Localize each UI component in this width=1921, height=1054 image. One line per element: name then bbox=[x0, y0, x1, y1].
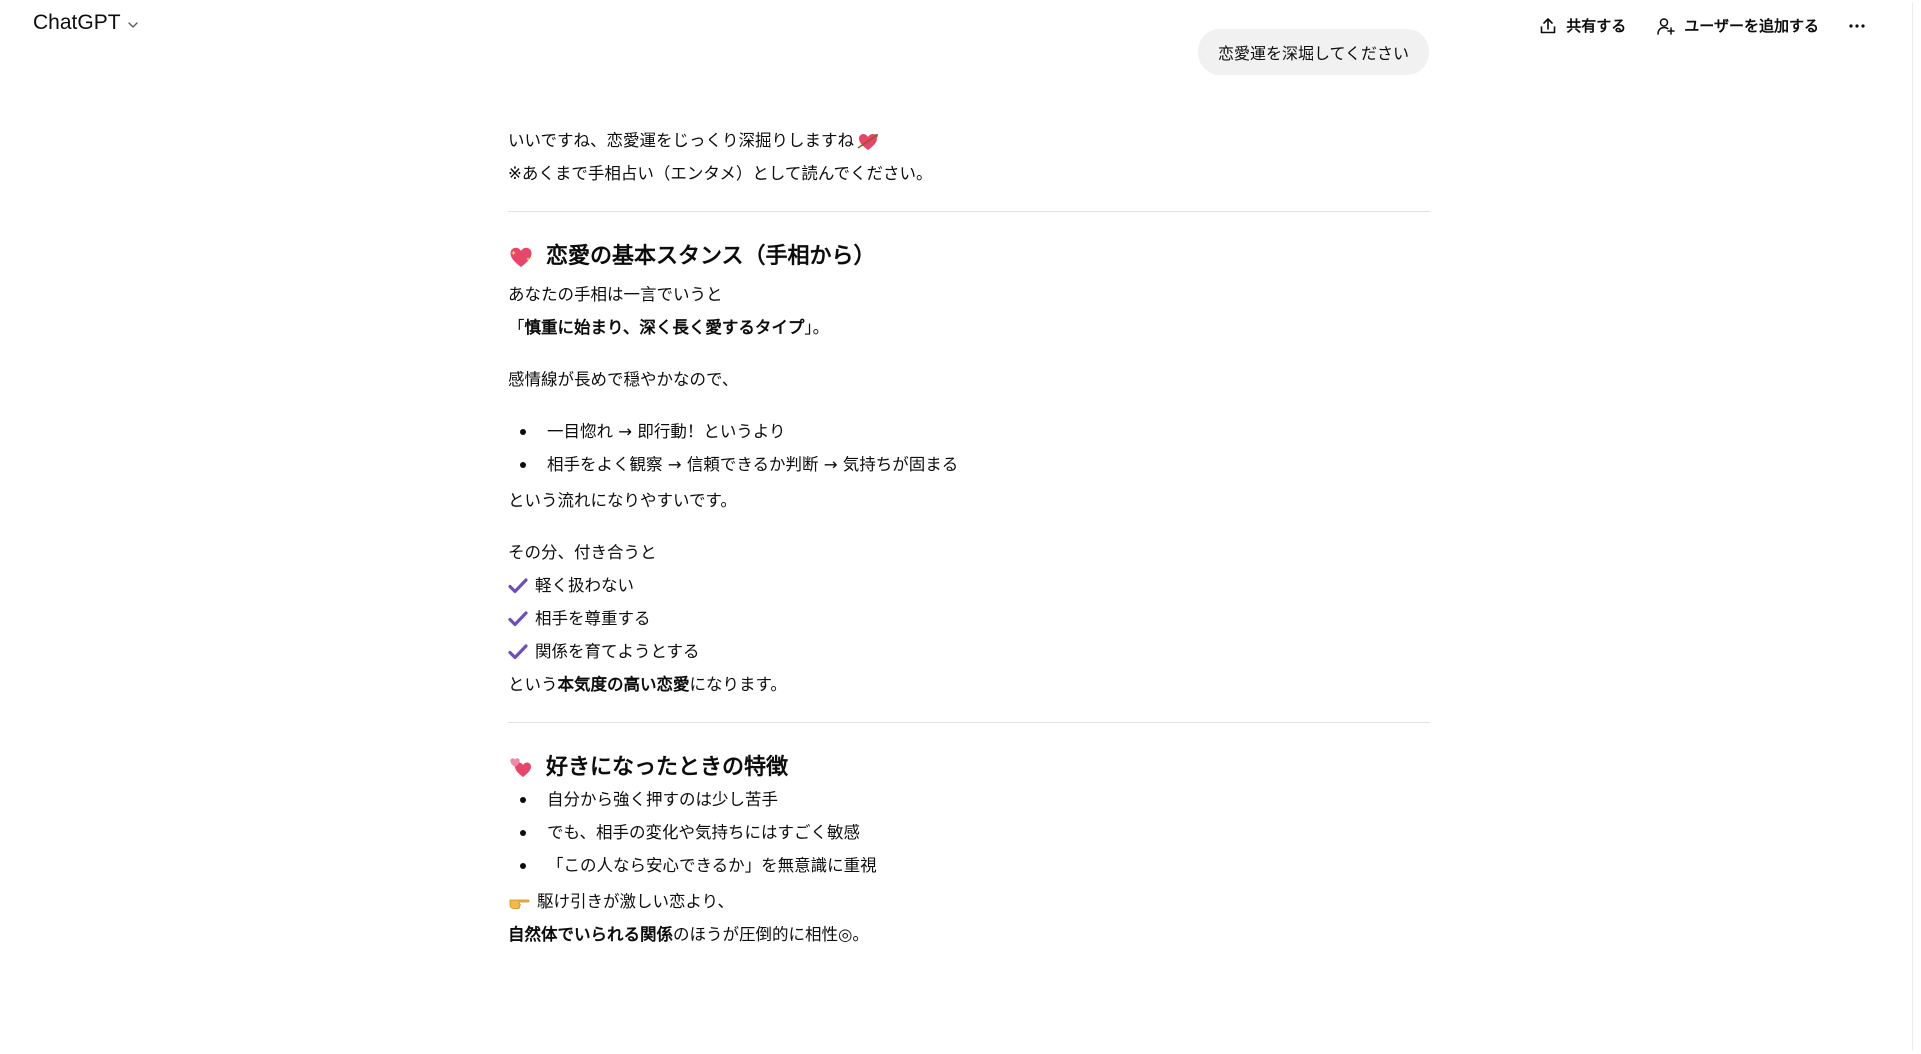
section2-closing: 自然体でいられる関係のほうが圧倒的に相性◎。 bbox=[508, 925, 869, 944]
heart-arrow-icon bbox=[857, 132, 879, 152]
check-mark-icon bbox=[508, 577, 528, 593]
scrollbar-thumb[interactable] bbox=[1912, 2, 1919, 1050]
check-item: 相手を尊重する bbox=[508, 602, 1430, 635]
section-heading-basic-stance: 恋愛の基本スタンス（手相から） bbox=[508, 242, 1430, 272]
check-item: 関係を育てようとする bbox=[508, 635, 1430, 668]
section1-closing: という本気度の高い恋愛になります。 bbox=[508, 675, 787, 694]
list-item: 自分から強く押すのは少し苦手 bbox=[508, 783, 1430, 816]
chevron-down-icon bbox=[127, 21, 138, 28]
user-message-text: 恋愛運を深堀してください bbox=[1217, 44, 1409, 63]
intro-line-1: いいですね、恋愛運をじっくり深掘りしますね bbox=[508, 124, 1430, 157]
section1-bullet-list: 一目惚れ → 即行動！というより 相手をよく観察 → 信頼できるか判断 → 気持… bbox=[508, 415, 1430, 481]
list-item: 「この人なら安心できるか」を無意識に重視 bbox=[508, 849, 1430, 882]
section2-bullet-list: 自分から強く押すのは少し苦手 でも、相手の変化や気持ちにはすごく敏感 「この人な… bbox=[508, 783, 1430, 882]
more-horizontal-icon bbox=[1849, 23, 1865, 28]
scrollbar[interactable] bbox=[1909, 0, 1921, 1054]
two-hearts-icon bbox=[508, 756, 534, 780]
section1-quote: 「慎重に始まり、深く長く愛するタイプ」。 bbox=[508, 318, 830, 337]
assistant-message: いいですね、恋愛運をじっくり深掘りしますね ※あくまで手相占い（エンタメ）として… bbox=[508, 124, 1430, 951]
section1-paragraph-5: その分、付き合うと bbox=[508, 543, 657, 562]
model-selector[interactable]: ChatGPT bbox=[33, 11, 139, 35]
more-options-button[interactable] bbox=[1841, 12, 1873, 40]
add-user-icon bbox=[1657, 17, 1676, 35]
check-item: 軽く扱わない bbox=[508, 569, 1430, 602]
list-item: 一目惚れ → 即行動！というより bbox=[508, 415, 1430, 448]
list-item: 相手をよく観察 → 信頼できるか判断 → 気持ちが固まる bbox=[508, 448, 1430, 481]
user-message-bubble: 恋愛運を深堀してください bbox=[1197, 29, 1429, 75]
add-user-label: ユーザーを追加する bbox=[1684, 17, 1819, 35]
share-label: 共有する bbox=[1566, 17, 1627, 35]
model-label: ChatGPT bbox=[33, 11, 121, 34]
add-user-button[interactable]: ユーザーを追加する bbox=[1648, 11, 1827, 40]
header-actions: 共有する ユーザーを追加する bbox=[1516, 11, 1873, 40]
section1-paragraph-1: あなたの手相は一言でいうと bbox=[508, 285, 723, 304]
top-bar: ChatGPT 共有する ユーザーを追加する bbox=[0, 0, 1921, 52]
intro-line-2: ※あくまで手相占い（エンタメ）として読んでください。 bbox=[508, 164, 933, 183]
section-heading-text: 好きになったときの特徴 bbox=[546, 755, 789, 780]
pointing-hand-icon bbox=[509, 899, 530, 909]
list-item: でも、相手の変化や気持ちにはすごく敏感 bbox=[508, 816, 1430, 849]
section1-paragraph-4: という流れになりやすいです。 bbox=[508, 491, 737, 510]
section-heading-when-in-love: 好きになったときの特徴 bbox=[508, 753, 1430, 783]
share-button[interactable]: 共有する bbox=[1530, 11, 1634, 40]
sparkling-heart-icon bbox=[508, 245, 534, 269]
section1-paragraph-3: 感情線が長めで穏やかなので、 bbox=[508, 370, 739, 389]
check-mark-icon bbox=[508, 643, 528, 659]
check-mark-icon bbox=[508, 610, 528, 626]
point-line: 駆け引きが激しい恋より、 bbox=[508, 885, 1430, 918]
share-icon bbox=[1540, 17, 1556, 33]
section-heading-text: 恋愛の基本スタンス（手相から） bbox=[546, 244, 876, 269]
